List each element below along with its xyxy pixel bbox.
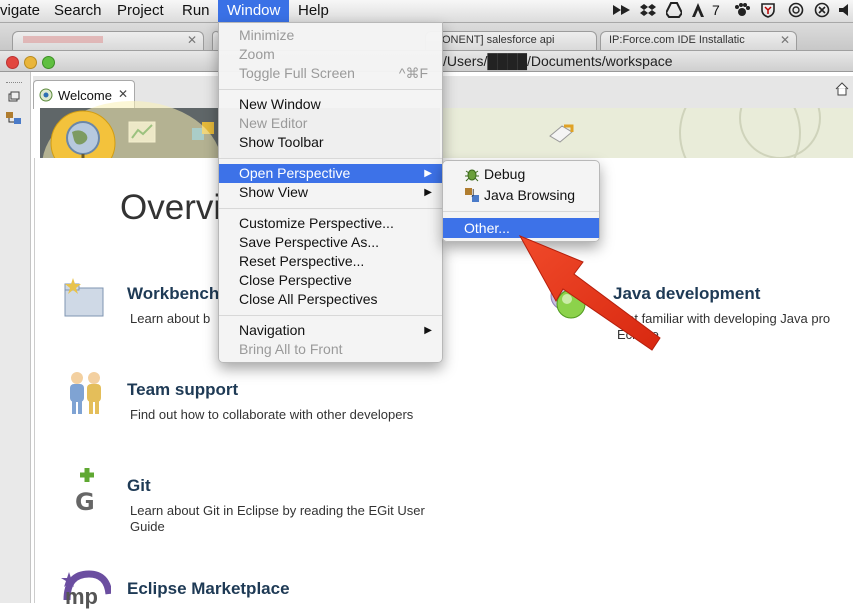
folder-star-icon [61,276,107,323]
workbench-desc: Learn about b [130,311,211,326]
close-icon[interactable]: ✕ [780,33,790,47]
menu-separator [219,208,442,209]
submenu-arrow-icon: ▶ [424,187,432,198]
menu-item-save-perspective-as[interactable]: Save Perspective As... [219,233,442,252]
menu-item-new-editor[interactable]: New Editor [219,114,442,133]
restore-icon[interactable] [8,90,20,106]
menu-separator [219,89,442,90]
menu-item-open-perspective[interactable]: Open Perspective ▶ [219,164,442,183]
menu-item-toggle-full-screen[interactable]: Toggle Full Screen ^⌘F [219,64,442,83]
shortcut-label: ^⌘F [398,65,428,81]
menu-navigate[interactable]: vigate [0,2,40,19]
close-icon[interactable]: ✕ [187,33,197,47]
svg-text:G: G [75,488,95,514]
svg-text:J: J [471,188,474,197]
git-link[interactable]: Git [127,476,151,496]
menu-item-navigation[interactable]: Navigation ▶ [219,321,442,340]
window-menu: Minimize Zoom Toggle Full Screen ^⌘F New … [218,22,443,363]
submenu-label: Java Browsing [484,187,576,203]
menu-bar: vigate Search Project Run Window Help 7 [0,0,853,23]
menu-help[interactable]: Help [298,2,329,19]
submenu-arrow-icon: ▶ [424,325,432,336]
workbench-link[interactable]: Workbench [127,284,219,304]
browser-tab[interactable]: IP:Force.com IDE Installatic ✕ [600,31,797,50]
home-icon[interactable] [835,82,849,99]
close-window-icon[interactable] [6,56,19,69]
vpn-icon[interactable] [788,2,804,19]
menu-item-minimize[interactable]: Minimize [219,26,442,45]
google-drive-icon[interactable] [664,2,684,19]
team-support-desc: Find out how to collaborate with other d… [130,407,414,422]
menu-search[interactable]: Search [54,2,102,19]
team-support-link[interactable]: Team support [127,380,238,400]
team-icon [67,370,105,421]
open-perspective-submenu: Debug J Java Browsing Other... [442,160,600,242]
submenu-item-java-browsing[interactable]: J Java Browsing [443,185,599,205]
menu-separator [443,211,599,212]
browser-tab[interactable]: ✕ [12,31,204,50]
page-title: Overvi [120,188,222,227]
java-browsing-icon: J [464,187,480,208]
adobe-icon[interactable] [690,2,706,19]
submenu-arrow-icon: ▶ [424,168,432,179]
menu-item-zoom[interactable]: Zoom [219,45,442,64]
menu-item-new-window[interactable]: New Window [219,95,442,114]
browser-tab-label: ONENT] salesforce api [442,34,555,46]
menu-window[interactable]: Window [218,0,290,22]
package-explorer-icon[interactable] [5,110,23,129]
submenu-item-other[interactable]: Other... [443,218,599,238]
menu-run[interactable]: Run [182,2,210,19]
browser-tab-label: IP:Force.com IDE Installatic [609,34,745,46]
menu-project[interactable]: Project [117,2,164,19]
tab-label: Welcome [58,88,112,103]
welcome-icon [39,88,53,105]
growl-icon[interactable] [612,2,632,19]
shield-icon[interactable] [760,2,776,19]
menu-item-close-perspective[interactable]: Close Perspective [219,271,442,290]
workbench-nav-icon[interactable] [548,122,576,147]
menu-item-show-view[interactable]: Show View ▶ [219,183,442,202]
submenu-item-debug[interactable]: Debug [443,164,599,184]
blurred-favicon-icon [23,36,103,43]
window-title: /Users/████/Documents/workspace [443,53,673,69]
marketplace-link[interactable]: Eclipse Marketplace [127,579,290,599]
bug-icon [464,166,480,187]
submenu-label: Other... [464,220,510,236]
java-development-desc: Get familiar with developing Java pro Ec… [617,311,831,342]
menu-item-customize-perspective[interactable]: Customize Perspective... [219,214,442,233]
tray-badge-count: 7 [712,2,720,18]
git-icon: G [73,466,101,517]
git-desc: Learn about Git in Eclipse by reading th… [130,503,425,534]
java-dev-icon [547,280,597,323]
menu-item-show-toolbar[interactable]: Show Toolbar [219,133,442,152]
dropbox-icon[interactable] [640,2,656,19]
menu-item-close-all-perspectives[interactable]: Close All Perspectives [219,290,442,309]
left-trim-bar [0,72,31,603]
timer-icon[interactable] [814,2,830,19]
menu-separator [219,158,442,159]
trim-handle[interactable] [6,82,22,85]
marketplace-icon: mp [61,570,113,609]
minimize-window-icon[interactable] [24,56,37,69]
volume-icon[interactable] [838,2,853,19]
paw-icon[interactable] [734,2,750,19]
menu-item-bring-all-to-front[interactable]: Bring All to Front [219,340,442,359]
submenu-label: Debug [484,166,526,182]
java-development-link[interactable]: Java development [613,284,760,304]
browser-tab[interactable]: ONENT] salesforce api [425,31,597,50]
maximize-window-icon[interactable] [42,56,55,69]
menu-item-reset-perspective[interactable]: Reset Perspective... [219,252,442,271]
menu-separator [219,315,442,316]
close-icon[interactable]: ✕ [118,87,128,101]
marketplace-icon-text: mp [65,584,98,609]
